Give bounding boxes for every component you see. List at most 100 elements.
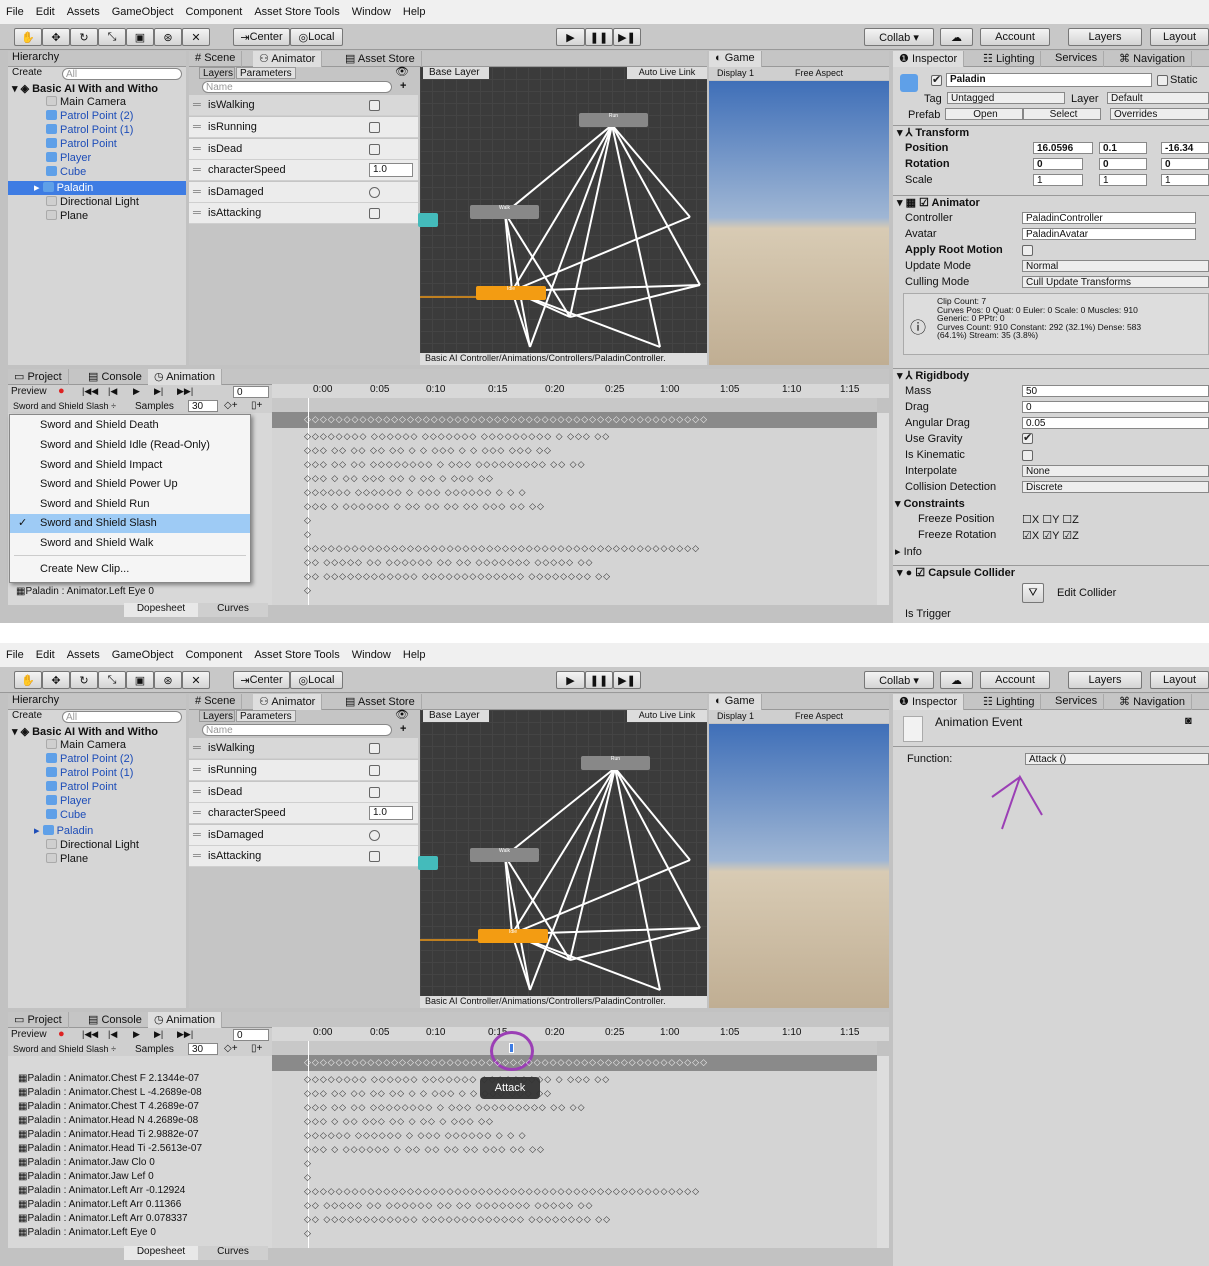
- play-anim-icon[interactable]: ▶: [133, 386, 140, 397]
- rect-tool-icon[interactable]: ▣: [126, 28, 154, 46]
- menu-asset-store-tools[interactable]: Asset Store Tools: [248, 6, 345, 18]
- param-float-field[interactable]: 1.0: [369, 806, 413, 820]
- tab-lighting[interactable]: ☷ Lighting: [977, 51, 1042, 67]
- hier-item-cube[interactable]: Cube: [46, 166, 86, 180]
- keyframes-row[interactable]: ◇: [304, 1172, 312, 1186]
- param-checkbox[interactable]: [369, 100, 380, 111]
- curves-tab[interactable]: Curves: [198, 603, 268, 617]
- clip-option[interactable]: Sword and Shield Run: [10, 495, 250, 514]
- any-state-node[interactable]: [418, 856, 438, 870]
- tab-project[interactable]: ▭ Project: [8, 1012, 69, 1028]
- keyframes-row[interactable]: ◇◇◇ ◇◇ ◇◇ ◇◇◇◇◇◇◇◇ ◇ ◇◇◇ ◇◇◇◇◇◇◇◇◇ ◇◇ ◇◇: [304, 1102, 586, 1116]
- layout-dropdown[interactable]: Layout: [1150, 671, 1209, 689]
- scale-tool-icon[interactable]: ⤡: [98, 671, 126, 689]
- freeze-rotation-toggles[interactable]: ☑X ☑Y ☑Z: [1022, 529, 1079, 542]
- track-row[interactable]: ▦Paladin : Animator.Head N 4.2689e-08: [18, 1115, 286, 1129]
- prefab-select-button[interactable]: Select: [1023, 108, 1101, 120]
- tab-scene[interactable]: # Scene: [189, 51, 243, 67]
- param-row[interactable]: ═ isAttacking: [189, 846, 418, 867]
- is-kinematic-checkbox[interactable]: [1022, 450, 1033, 461]
- param-row[interactable]: ═ isDamaged: [189, 182, 418, 203]
- layers-dropdown[interactable]: Layers: [1068, 28, 1142, 46]
- tab-animation[interactable]: ◷ Animation: [148, 1012, 222, 1028]
- keyframes-row[interactable]: ◇◇ ◇◇◇◇◇◇◇◇◇◇◇◇ ◇◇◇◇◇◇◇◇◇◇◇◇◇ ◇◇◇◇◇◇◇◇ ◇…: [304, 571, 611, 585]
- custom-tool-icon[interactable]: ✕: [182, 28, 210, 46]
- play-button[interactable]: ▶: [556, 28, 585, 46]
- position-x[interactable]: 16.0596: [1033, 142, 1093, 154]
- scene-root[interactable]: ▾ ◈ Basic AI With and Witho: [12, 725, 186, 739]
- clip-dropdown[interactable]: Sword and Shield Slash ÷: [13, 1044, 116, 1054]
- param-row[interactable]: ═ isRunning: [189, 760, 418, 781]
- rigidbody-header[interactable]: ▾ ⅄ Rigidbody: [893, 368, 1209, 384]
- keyframes-row[interactable]: ◇◇◇ ◇◇ ◇◇ ◇◇◇◇◇◇◇◇ ◇ ◇◇◇ ◇◇◇◇◇◇◇◇◇ ◇◇ ◇◇: [304, 459, 586, 473]
- tab-project[interactable]: ▭ Project: [8, 369, 69, 385]
- dopesheet-scrollbar[interactable]: [877, 413, 889, 605]
- rotation-x[interactable]: 0: [1033, 158, 1083, 170]
- state-node[interactable]: Walk: [470, 848, 539, 862]
- param-search[interactable]: Name: [202, 81, 392, 93]
- add-event-icon[interactable]: ▯+: [251, 1043, 262, 1054]
- param-trigger[interactable]: [369, 187, 380, 198]
- clip-option-selected[interactable]: ✓ Sword and Shield Slash: [10, 514, 250, 533]
- tab-animation[interactable]: ◷ Animation: [148, 369, 222, 385]
- parameters-tab[interactable]: Parameters: [236, 710, 296, 722]
- record-icon[interactable]: ●: [58, 385, 65, 397]
- param-checkbox[interactable]: [369, 787, 380, 798]
- keyframes-row[interactable]: ◇◇◇◇◇◇◇◇ ◇◇◇◇◇◇ ◇◇◇◇◇◇◇ ◇◇◇◇◇◇◇◇◇ ◇ ◇◇◇ …: [304, 431, 610, 445]
- event-row[interactable]: [272, 398, 877, 412]
- menu-asset-store-tools[interactable]: Asset Store Tools: [248, 649, 345, 661]
- hier-item-plane[interactable]: Plane: [46, 853, 88, 867]
- keyframes-row[interactable]: ◇◇ ◇◇◇◇◇ ◇◇ ◇◇◇◇◇◇ ◇◇ ◇◇ ◇◇◇◇◇◇◇ ◇◇◇◇◇ ◇…: [304, 1200, 593, 1214]
- param-float-field[interactable]: 1.0: [369, 163, 413, 177]
- scale-x[interactable]: 1: [1033, 174, 1083, 186]
- tab-game[interactable]: ◐ Game: [709, 51, 762, 67]
- tab-animator[interactable]: ⚇ Animator: [253, 51, 323, 67]
- hier-item-patrol-point-2[interactable]: Patrol Point (2): [46, 110, 133, 124]
- cloud-icon[interactable]: ☁: [940, 28, 973, 46]
- controller-field[interactable]: PaladinController: [1022, 212, 1196, 224]
- param-row[interactable]: ═ characterSpeed 1.0: [189, 803, 418, 824]
- pivot-local-button[interactable]: ◎ Local: [290, 28, 343, 46]
- preview-button[interactable]: Preview: [11, 386, 47, 397]
- tab-asset-store[interactable]: ▤ Asset Store: [339, 51, 422, 67]
- track-row[interactable]: ▦Paladin : Animator.Left Eye 0: [16, 586, 284, 600]
- tab-console[interactable]: ▤ Console: [82, 369, 149, 385]
- transform-tool-icon[interactable]: ⊛: [154, 671, 182, 689]
- tab-navigation[interactable]: ⌘ Navigation: [1113, 694, 1193, 710]
- track-row[interactable]: ▦Paladin : Animator.Chest T 4.2689e-07: [18, 1101, 286, 1115]
- preview-button[interactable]: Preview: [11, 1029, 47, 1040]
- any-state-node[interactable]: [418, 213, 438, 227]
- clip-option[interactable]: Sword and Shield Idle (Read-Only): [10, 436, 250, 455]
- game-view[interactable]: [709, 81, 889, 365]
- position-z[interactable]: -16.34: [1161, 142, 1209, 154]
- track-row[interactable]: ▦Paladin : Animator.Left Eye 0: [18, 1227, 286, 1241]
- keyframes-row[interactable]: ◇◇◇◇◇◇◇◇◇◇◇◇◇◇◇◇◇◇◇◇◇◇◇◇◇◇◇◇◇◇◇◇◇◇◇◇◇◇◇◇…: [304, 543, 700, 557]
- menu-gameobject[interactable]: GameObject: [106, 649, 180, 661]
- mass-field[interactable]: 50: [1022, 385, 1209, 397]
- menu-component[interactable]: Component: [179, 649, 248, 661]
- menu-edit[interactable]: Edit: [30, 6, 61, 18]
- layers-dropdown[interactable]: Layers: [1068, 671, 1142, 689]
- add-event-icon[interactable]: ▯+: [251, 400, 262, 411]
- state-node[interactable]: Run: [581, 756, 650, 770]
- menu-component[interactable]: Component: [179, 6, 248, 18]
- hand-tool-icon[interactable]: ✋: [14, 28, 42, 46]
- menu-help[interactable]: Help: [397, 649, 432, 661]
- create-button[interactable]: Create: [12, 67, 42, 78]
- layers-tab[interactable]: Layers: [199, 67, 235, 79]
- dopesheet-scrollbar[interactable]: [877, 1056, 889, 1248]
- clip-option[interactable]: Sword and Shield Death: [10, 416, 250, 435]
- game-view[interactable]: [709, 724, 889, 1008]
- menu-gameobject[interactable]: GameObject: [106, 6, 180, 18]
- clip-dropdown[interactable]: Sword and Shield Slash ÷: [13, 401, 116, 411]
- parameters-tab[interactable]: Parameters: [236, 67, 296, 79]
- summary-keys[interactable]: ◇◇◇◇◇◇◇◇◇◇◇◇◇◇◇◇◇◇◇◇◇◇◇◇◇◇◇◇◇◇◇◇◇◇◇◇◇◇◇◇…: [304, 414, 844, 428]
- interpolate-dropdown[interactable]: None: [1022, 465, 1209, 477]
- position-y[interactable]: 0.1: [1099, 142, 1147, 154]
- track-row[interactable]: ▦Paladin : Animator.Head Ti -2.5613e-07: [18, 1143, 286, 1157]
- tab-services[interactable]: Services: [1049, 51, 1105, 67]
- hier-item-directional-light[interactable]: Directional Light: [46, 839, 139, 853]
- step-button[interactable]: ▶❚: [613, 671, 641, 689]
- display-dropdown[interactable]: Display 1: [717, 68, 754, 78]
- prefab-overrides-dropdown[interactable]: Overrides: [1110, 108, 1209, 120]
